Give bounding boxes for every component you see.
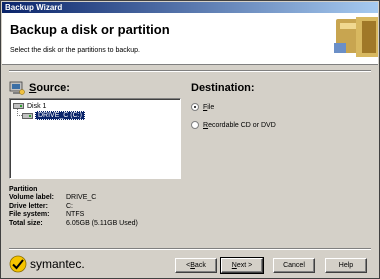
header-separator xyxy=(9,70,371,72)
partition-icon xyxy=(22,112,33,119)
footer-separator xyxy=(9,248,371,250)
backup-wizard-window: Backup Wizard Backup a disk or partition… xyxy=(0,0,380,279)
page-subtitle: Select the disk or the partitions to bac… xyxy=(10,47,140,54)
title-bar[interactable]: Backup Wizard xyxy=(2,2,378,13)
symantec-check-icon xyxy=(9,255,27,273)
info-row-volume-label: Volume label: DRIVE_C xyxy=(9,194,97,201)
page-title: Backup a disk or partition xyxy=(10,22,170,37)
radio-cd-indicator[interactable] xyxy=(191,121,199,129)
source-heading: Source: xyxy=(9,81,70,95)
info-row-total-size: Total size: 6.05GB (5.11GB Used) xyxy=(9,219,138,227)
tree-item-label: DRIVE_C (C:) xyxy=(35,111,85,120)
wizard-banner-icon xyxy=(332,13,378,57)
radio-file-indicator[interactable] xyxy=(191,103,199,111)
radio-cd-label: Recordable CD or DVD xyxy=(203,121,276,129)
partition-info: Partition Volume label: DRIVE_C Drive le… xyxy=(9,186,138,228)
computer-icon xyxy=(9,81,25,95)
tree-item-drive-c[interactable]: DRIVE_C (C:) xyxy=(22,111,85,120)
symantec-logo: symantec. xyxy=(9,255,85,273)
info-row-drive-letter: Drive letter: C: xyxy=(9,202,73,210)
window-title: Backup Wizard xyxy=(5,3,63,12)
source-tree[interactable]: Disk 1 DRIVE_C (C:) xyxy=(9,98,181,179)
brand-name: symantec. xyxy=(30,257,85,271)
back-button[interactable]: < Back xyxy=(175,258,217,273)
next-button[interactable]: Next > xyxy=(220,257,264,274)
partition-info-title: Partition xyxy=(9,186,38,193)
radio-file-label: File xyxy=(203,103,215,111)
radio-recordable-cd[interactable]: Recordable CD or DVD xyxy=(191,121,276,129)
wizard-header: Backup a disk or partition Select the di… xyxy=(2,13,378,65)
destination-label: Destination: xyxy=(191,82,255,94)
info-row-file-system: File system: NTFS xyxy=(9,211,85,218)
source-label: Source: xyxy=(29,82,70,94)
radio-file[interactable]: File xyxy=(191,103,214,111)
help-button[interactable]: Help xyxy=(325,258,367,273)
tree-item-label: Disk 1 xyxy=(27,102,47,110)
cancel-button[interactable]: Cancel xyxy=(273,258,315,273)
